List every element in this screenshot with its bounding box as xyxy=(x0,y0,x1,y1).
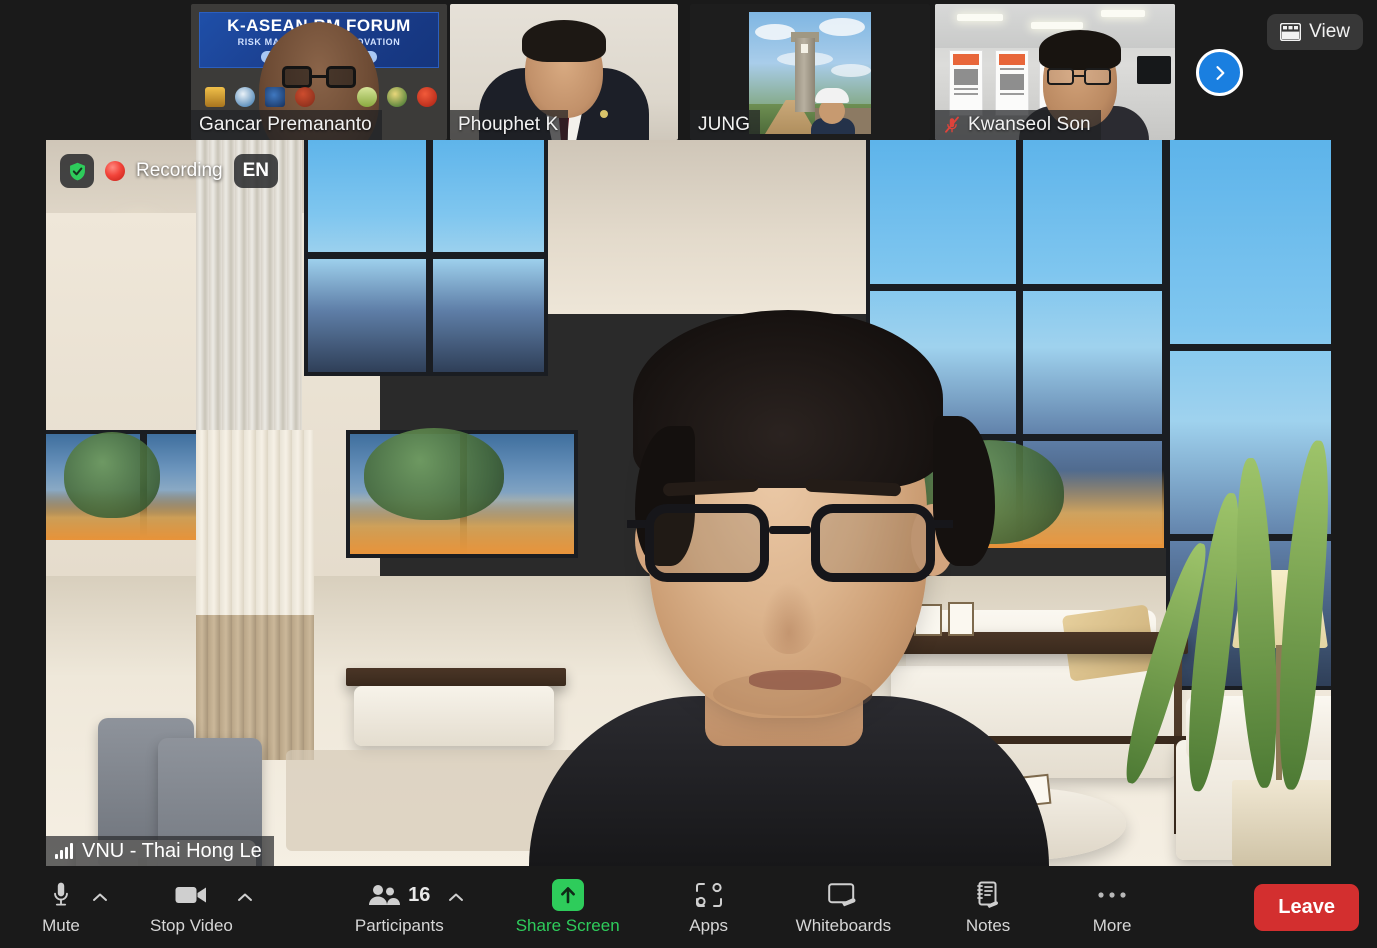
active-speaker-video[interactable]: Recording EN VNU - Thai Hong Le xyxy=(46,140,1331,866)
tile-name-label: Kwanseol Son xyxy=(935,110,1101,140)
mute-button[interactable]: Mute xyxy=(34,880,88,934)
shield-check-icon xyxy=(69,162,85,180)
stop-video-button[interactable]: Stop Video xyxy=(150,880,233,934)
participants-options-caret[interactable] xyxy=(444,892,468,903)
record-dot-icon xyxy=(105,161,125,181)
meeting-status-badges: Recording EN xyxy=(60,154,279,188)
more-button-label: More xyxy=(1092,916,1132,935)
tile-name-label: JUNG xyxy=(690,110,761,140)
mute-button-label: Mute xyxy=(42,916,80,935)
view-button[interactable]: View xyxy=(1267,14,1363,50)
whiteboards-button[interactable]: Whiteboards xyxy=(796,880,891,934)
leave-button[interactable]: Leave xyxy=(1254,883,1359,931)
chevron-up-icon xyxy=(93,893,107,901)
whiteboard-icon xyxy=(828,880,858,910)
chevron-up-icon xyxy=(237,893,252,901)
whiteboards-button-label: Whiteboards xyxy=(795,916,892,935)
video-options-caret[interactable] xyxy=(233,892,257,903)
participant-tile-jung[interactable]: JUNG xyxy=(690,4,930,140)
microphone-icon xyxy=(50,880,72,910)
language-badge[interactable]: EN xyxy=(233,154,279,188)
speaker-silhouette xyxy=(528,306,1049,866)
tile-participant-name: Gancar Premananto xyxy=(199,114,372,135)
next-page-button[interactable] xyxy=(1196,49,1243,96)
participant-tile-gancar-premananto[interactable]: K-ASEAN RM FORUM RISK MANAGEMENT INNOVAT… xyxy=(191,4,447,140)
participant-thumbnail-strip: K-ASEAN RM FORUM RISK MANAGEMENT INNOVAT… xyxy=(0,0,1377,140)
tile-participant-name: Phouphet K xyxy=(458,114,559,135)
people-icon xyxy=(369,885,401,905)
participant-tile-kwanseol-son[interactable]: Kwanseol Son xyxy=(935,4,1175,140)
video-camera-icon xyxy=(175,880,207,910)
tile-participant-name: JUNG xyxy=(698,114,751,135)
share-screen-button-label: Share Screen xyxy=(515,916,620,935)
eyeglasses-graphic xyxy=(626,504,953,584)
tile-name-label: Gancar Premananto xyxy=(191,110,382,140)
tile-participant-name: Kwanseol Son xyxy=(968,114,1091,135)
notes-button-label: Notes xyxy=(965,916,1011,935)
encryption-shield-button[interactable] xyxy=(60,154,94,188)
participants-count: 16 xyxy=(408,883,431,906)
participants-icon-group: 16 xyxy=(368,880,430,910)
stop-video-button-label: Stop Video xyxy=(150,916,233,935)
share-screen-button[interactable]: Share Screen xyxy=(515,879,620,935)
audio-signal-bars-icon xyxy=(55,843,73,859)
sponsor-logos-row xyxy=(205,84,437,110)
participant-tile-phouphet-k[interactable]: Phouphet K xyxy=(450,4,678,140)
zoom-meeting-window: K-ASEAN RM FORUM RISK MANAGEMENT INNOVAT… xyxy=(0,0,1377,948)
audio-options-caret[interactable] xyxy=(88,892,112,903)
share-arrow-up-icon xyxy=(551,879,584,911)
chevron-up-icon xyxy=(448,893,463,901)
gallery-view-icon xyxy=(1280,23,1302,41)
profile-photo xyxy=(749,12,871,134)
mic-off-icon xyxy=(945,116,959,133)
recording-label: Recording xyxy=(136,160,223,181)
active-speaker-name: VNU - Thai Hong Le xyxy=(82,839,262,862)
chevron-right-icon xyxy=(1215,65,1224,80)
apps-button-label: Apps xyxy=(689,916,729,935)
notes-button[interactable]: Notes xyxy=(961,880,1015,934)
active-speaker-name-label: VNU - Thai Hong Le xyxy=(46,836,274,866)
apps-icon xyxy=(695,880,723,910)
meeting-toolbar: Mute Stop Video 16 Participants Share Sc… xyxy=(0,866,1377,948)
notes-icon xyxy=(975,880,1001,910)
tile-name-label: Phouphet K xyxy=(450,110,569,140)
language-badge-label: EN xyxy=(242,160,270,181)
apps-button[interactable]: Apps xyxy=(682,880,736,934)
more-button[interactable]: More xyxy=(1085,880,1139,934)
eyeglasses-graphic xyxy=(1047,68,1111,85)
participants-button-label: Participants xyxy=(354,916,444,935)
view-button-label: View xyxy=(1309,21,1350,42)
ellipsis-icon xyxy=(1097,880,1127,910)
share-arrow-up-icon-wrap xyxy=(551,879,584,911)
participants-button[interactable]: 16 Participants xyxy=(354,880,444,935)
